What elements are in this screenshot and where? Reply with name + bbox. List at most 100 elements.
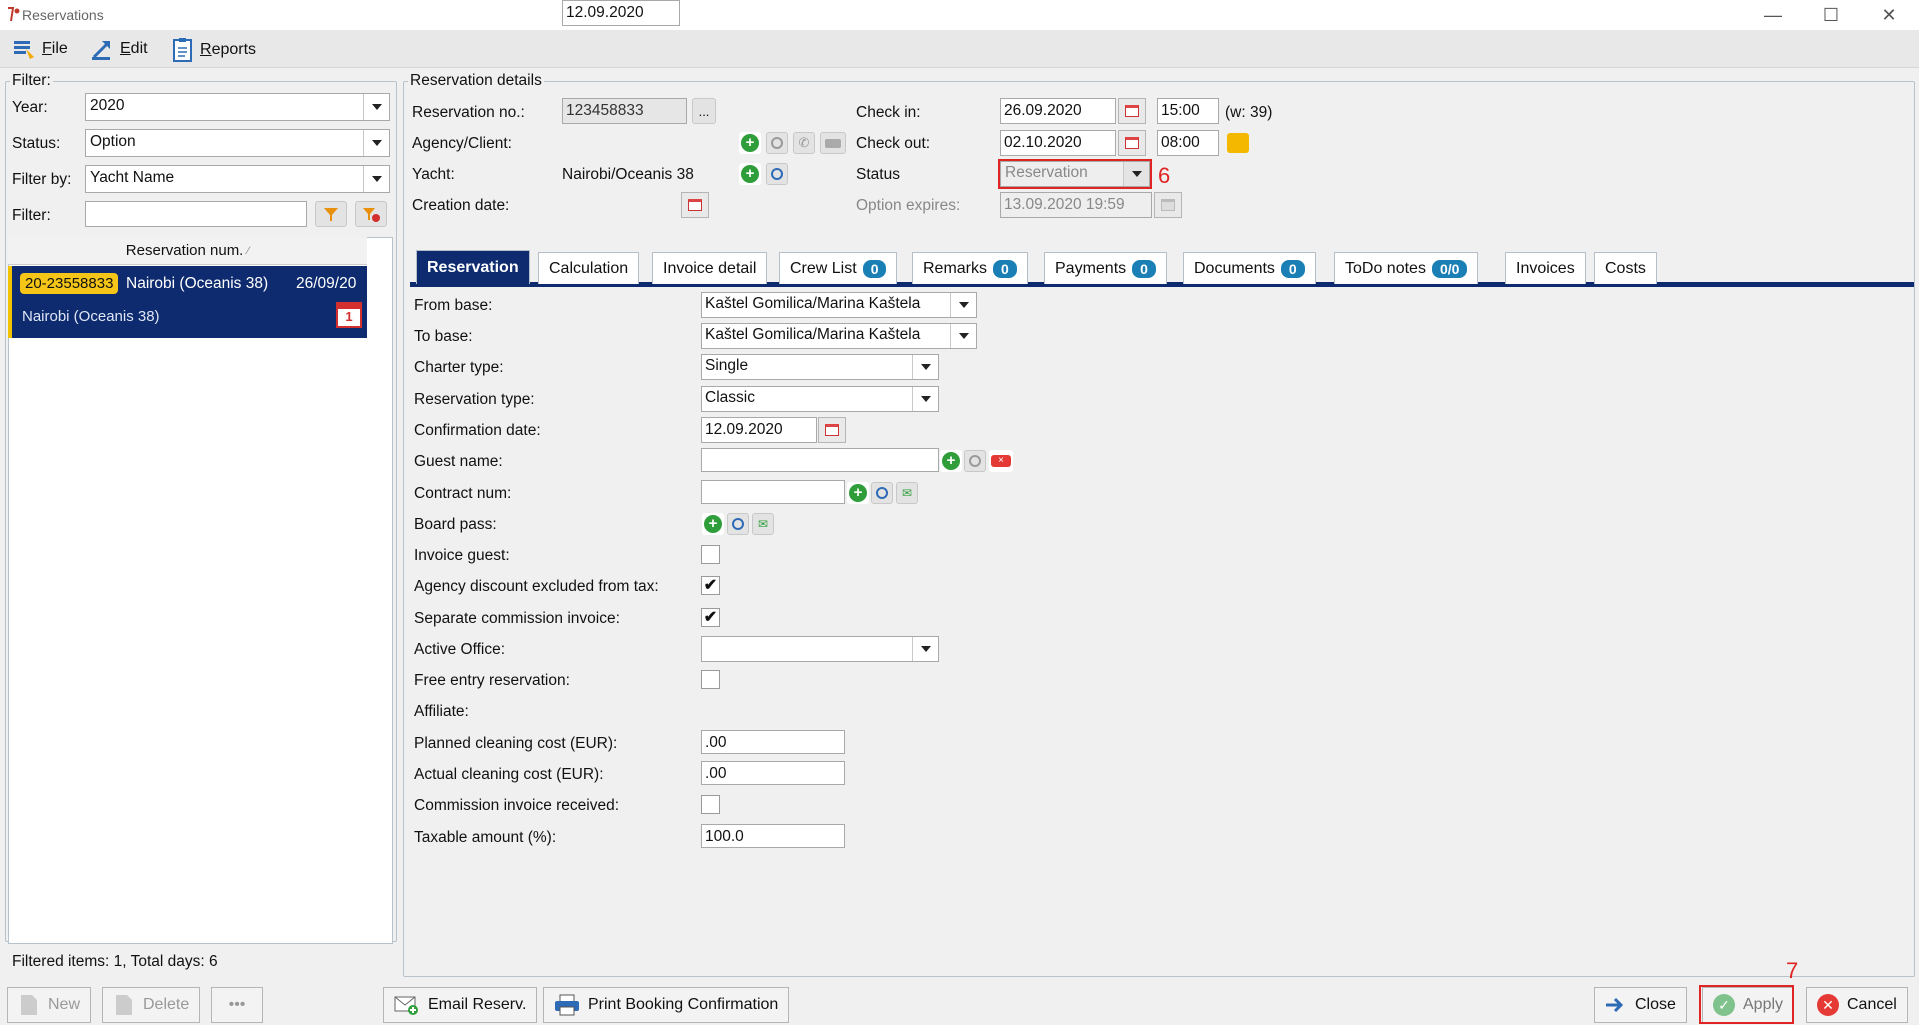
charter-type-select[interactable]: Single xyxy=(701,354,939,380)
contract-num-input[interactable] xyxy=(701,480,845,504)
reservation-lookup-button[interactable]: ... xyxy=(692,98,716,124)
to-base-select[interactable]: Kaštel Gomilica/Marina Kaštela xyxy=(701,323,977,349)
apply-filter-button[interactable] xyxy=(315,201,347,227)
creation-date-input[interactable]: 12.09.2020 xyxy=(562,0,680,26)
cancel-button[interactable]: ✕ Cancel xyxy=(1806,987,1908,1023)
commission-received-checkbox[interactable] xyxy=(701,795,720,814)
actual-cleaning-input[interactable]: .00 xyxy=(701,761,845,785)
delete-label: Delete xyxy=(143,996,190,1013)
free-entry-checkbox[interactable] xyxy=(701,670,720,689)
separate-commission-checkbox[interactable]: ✔ xyxy=(701,608,720,627)
check-in-time-input[interactable]: 15:00 xyxy=(1157,98,1219,124)
calendar-icon: 1 xyxy=(336,302,362,328)
cancel-label: Cancel xyxy=(1847,996,1897,1013)
chevron-down-icon[interactable] xyxy=(950,293,976,317)
year-value: 2020 xyxy=(90,97,125,114)
tab-payments[interactable]: Payments 0 xyxy=(1044,252,1167,284)
tab-crew-list[interactable]: Crew List 0 xyxy=(779,252,898,284)
tab-invoice-detail[interactable]: Invoice detail xyxy=(652,252,768,284)
file-menu-icon xyxy=(14,41,34,59)
tab-todo-notes[interactable]: ToDo notes 0/0 xyxy=(1334,252,1479,284)
add-yacht-button[interactable]: + xyxy=(739,163,761,185)
check-out-date-picker[interactable] xyxy=(1118,130,1146,156)
delete-button[interactable]: Delete xyxy=(102,987,201,1023)
menu-edit[interactable]: Edit xyxy=(90,37,148,61)
check-out-time-input[interactable]: 08:00 xyxy=(1157,130,1219,156)
chevron-down-icon[interactable] xyxy=(912,355,938,379)
search-doc-icon xyxy=(732,518,744,530)
minimize-button[interactable]: — xyxy=(1744,0,1802,30)
tab-reservation[interactable]: Reservation xyxy=(416,250,530,284)
year-select[interactable]: 2020 xyxy=(85,93,390,121)
confirmation-date-input[interactable]: 12.09.2020 xyxy=(701,417,817,443)
planned-cleaning-input[interactable]: .00 xyxy=(701,730,845,754)
row-subtitle: Nairobi (Oceanis 38) xyxy=(22,308,160,325)
filter-text-input[interactable] xyxy=(85,201,307,227)
agency-discount-checkbox[interactable]: ✔ xyxy=(701,576,720,595)
taxable-amount-input[interactable]: 100.0 xyxy=(701,824,845,848)
add-contract-button[interactable]: + xyxy=(847,482,869,504)
view-board-pass-button[interactable] xyxy=(727,513,749,535)
chevron-down-icon[interactable] xyxy=(950,324,976,348)
email-reservation-button[interactable]: Email Reserv. xyxy=(383,987,538,1023)
column-header-reservation-num[interactable]: Reservation num. ⁄ xyxy=(8,237,367,265)
tab-costs[interactable]: Costs xyxy=(1594,252,1657,284)
list-item[interactable]: 20-23558833 Nairobi (Oceanis 38) 26/09/2… xyxy=(8,266,367,338)
filter-by-select[interactable]: Yacht Name xyxy=(85,165,390,193)
chevron-down-icon[interactable] xyxy=(363,94,389,120)
card-agency-button[interactable] xyxy=(820,132,846,154)
calendar-icon xyxy=(688,199,702,211)
check-out-date-input[interactable]: 02.10.2020 xyxy=(1000,130,1116,156)
close-label: Close xyxy=(1635,996,1676,1013)
check-in-date-input[interactable]: 26.09.2020 xyxy=(1000,98,1116,124)
funnel-clear-icon xyxy=(363,208,380,222)
calendar-icon xyxy=(825,424,839,436)
new-button[interactable]: New xyxy=(7,987,92,1023)
send-doc-icon: ✉ xyxy=(757,517,769,531)
close-window-button[interactable]: ✕ xyxy=(1860,0,1918,30)
invoice-guest-checkbox[interactable] xyxy=(701,545,720,564)
print-booking-button[interactable]: Print Booking Confirmation xyxy=(543,987,790,1023)
week-number: (w: 39) xyxy=(1225,104,1273,121)
chevron-down-icon[interactable] xyxy=(363,130,389,156)
file-label: ile xyxy=(51,40,68,57)
tab-documents[interactable]: Documents 0 xyxy=(1183,252,1316,284)
search-agency-button[interactable] xyxy=(766,132,788,154)
chevron-down-icon[interactable] xyxy=(912,387,938,411)
tab-invoices[interactable]: Invoices xyxy=(1505,252,1586,284)
active-office-select[interactable] xyxy=(701,636,939,662)
menu-reports[interactable]: Reports xyxy=(172,37,256,63)
tab-calculation[interactable]: Calculation xyxy=(538,252,640,284)
creation-date-picker[interactable] xyxy=(681,192,709,218)
confirmation-date-picker[interactable] xyxy=(818,417,846,443)
maximize-button[interactable]: ☐ xyxy=(1802,0,1860,30)
view-contract-button[interactable] xyxy=(871,482,893,504)
add-guest-button[interactable]: + xyxy=(940,450,962,472)
tab-remarks[interactable]: Remarks 0 xyxy=(912,252,1028,284)
from-base-select[interactable]: Kaštel Gomilica/Marina Kaštela xyxy=(701,292,977,318)
chevron-down-icon[interactable] xyxy=(912,637,938,661)
menu-file[interactable]: File xyxy=(12,37,68,61)
chevron-down-icon[interactable] xyxy=(363,166,389,192)
clear-filter-button[interactable] xyxy=(355,201,387,227)
phone-icon: ✆ xyxy=(798,135,810,150)
search-guest-button[interactable] xyxy=(964,450,986,472)
status-filter-select[interactable]: Option xyxy=(85,129,390,157)
send-board-pass-button[interactable]: ✉ xyxy=(752,513,774,535)
tab-label: Invoice detail xyxy=(663,259,757,277)
status-filter-label: Status: xyxy=(12,135,61,152)
reservation-type-select[interactable]: Classic xyxy=(701,386,939,412)
reservation-tab-content xyxy=(408,288,1914,974)
phone-agency-button[interactable]: ✆ xyxy=(793,132,815,154)
clear-guest-button[interactable]: × xyxy=(989,450,1013,472)
search-yacht-button[interactable] xyxy=(766,163,788,185)
more-button[interactable]: ••• xyxy=(211,987,263,1023)
reservation-no-label: Reservation no.: xyxy=(412,104,525,121)
add-agency-button[interactable]: + xyxy=(739,132,761,154)
close-button[interactable]: Close xyxy=(1594,987,1687,1023)
guest-name-input[interactable] xyxy=(701,448,939,472)
check-in-date-picker[interactable] xyxy=(1118,98,1146,124)
send-contract-button[interactable]: ✉ xyxy=(896,482,918,504)
add-board-pass-button[interactable]: + xyxy=(702,513,724,535)
note-icon[interactable] xyxy=(1227,133,1249,153)
